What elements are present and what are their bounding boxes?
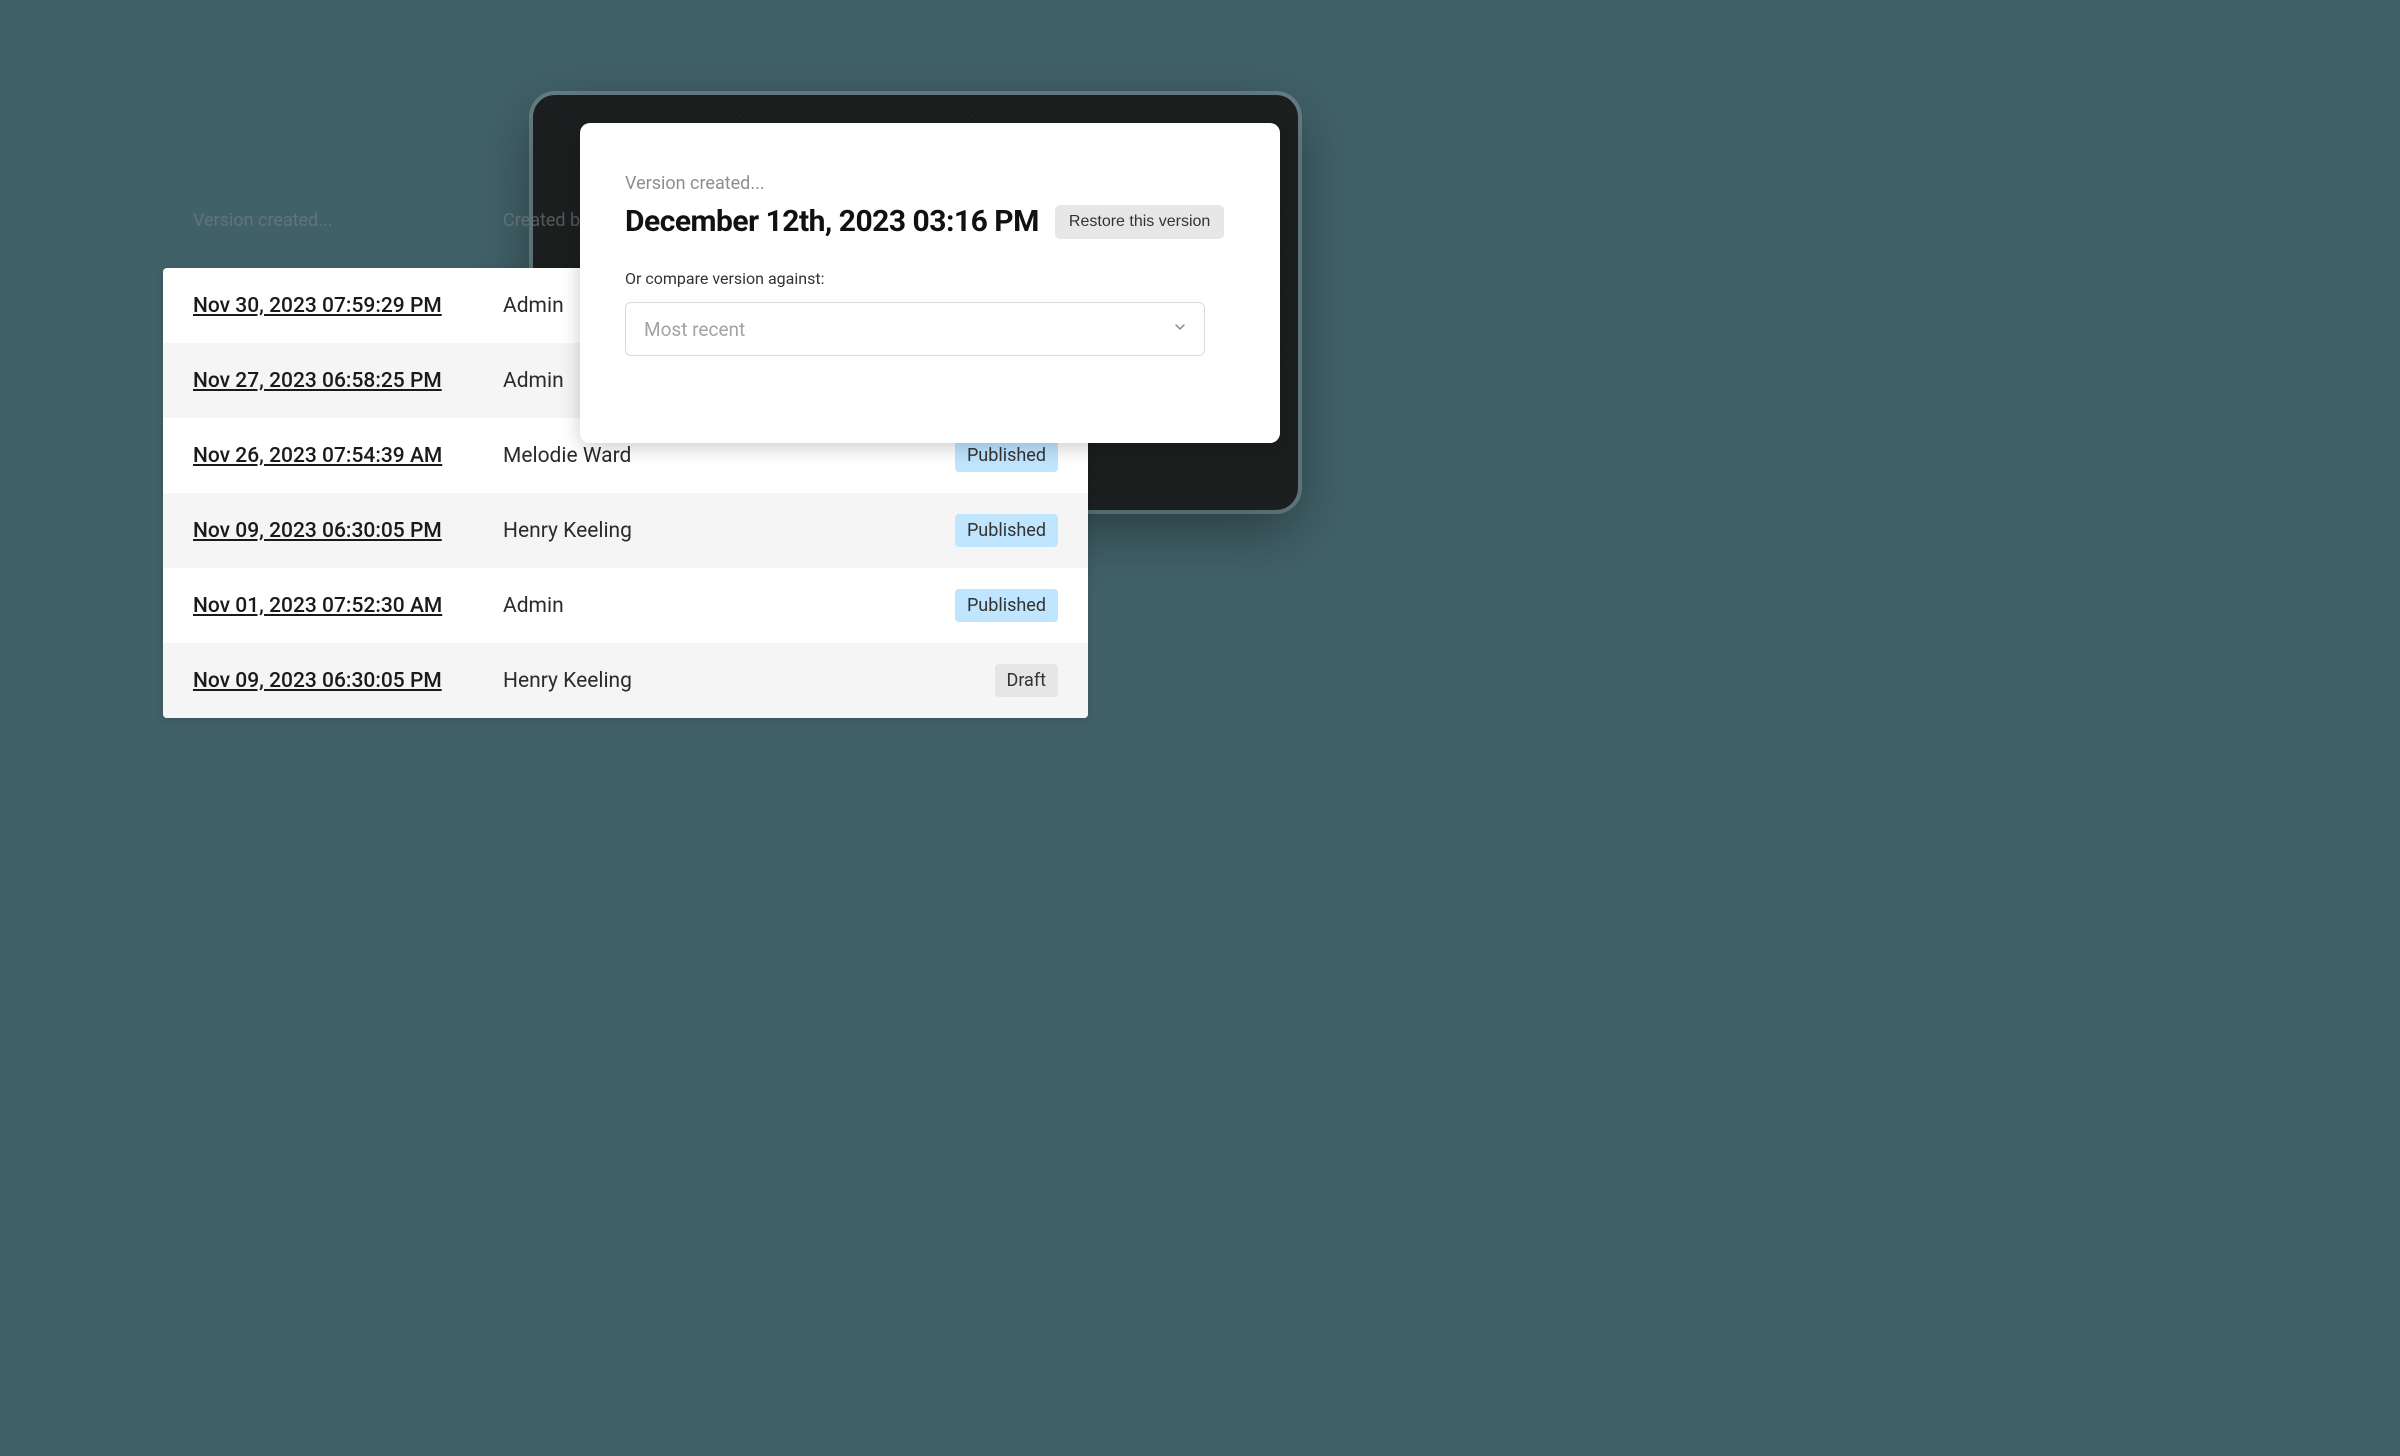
detail-subtitle: Version created... bbox=[625, 173, 1235, 194]
status-badge: Published bbox=[955, 589, 1058, 622]
version-date-link[interactable]: Nov 30, 2023 07:59:29 PM bbox=[193, 294, 442, 318]
status-badge: Draft bbox=[995, 664, 1059, 697]
status-cell: Published bbox=[955, 439, 1058, 472]
status-cell: Draft bbox=[995, 664, 1059, 697]
created-by-value: Melodie Ward bbox=[503, 444, 955, 468]
chevron-down-icon bbox=[1174, 321, 1186, 337]
compare-label: Or compare version against: bbox=[625, 269, 1235, 288]
status-badge: Published bbox=[955, 514, 1058, 547]
version-detail-panel: Version created... December 12th, 2023 0… bbox=[580, 123, 1280, 443]
status-cell: Published bbox=[955, 514, 1058, 547]
created-by-value: Admin bbox=[503, 594, 955, 618]
created-by-value: Henry Keeling bbox=[503, 519, 955, 543]
version-date-link[interactable]: Nov 27, 2023 06:58:25 PM bbox=[193, 369, 442, 393]
table-row: Nov 01, 2023 07:52:30 AM AdminPublished bbox=[163, 568, 1088, 643]
version-date-link[interactable]: Nov 09, 2023 06:30:05 PM bbox=[193, 669, 442, 693]
restore-version-button[interactable]: Restore this version bbox=[1055, 205, 1224, 239]
compare-version-select-value: Most recent bbox=[644, 318, 745, 341]
version-date-link[interactable]: Nov 09, 2023 06:30:05 PM bbox=[193, 519, 442, 543]
version-date-link[interactable]: Nov 26, 2023 07:54:39 AM bbox=[193, 444, 442, 468]
created-by-value: Henry Keeling bbox=[503, 669, 995, 693]
compare-version-select[interactable]: Most recent bbox=[625, 302, 1205, 356]
status-cell: Published bbox=[955, 589, 1058, 622]
column-header-date: Version created... bbox=[193, 210, 503, 231]
table-row: Nov 09, 2023 06:30:05 PM Henry KeelingDra… bbox=[163, 643, 1088, 718]
status-badge: Published bbox=[955, 439, 1058, 472]
detail-version-timestamp: December 12th, 2023 03:16 PM bbox=[625, 204, 1039, 239]
version-date-link[interactable]: Nov 01, 2023 07:52:30 AM bbox=[193, 594, 442, 618]
table-row: Nov 09, 2023 06:30:05 PM Henry KeelingPub… bbox=[163, 493, 1088, 568]
